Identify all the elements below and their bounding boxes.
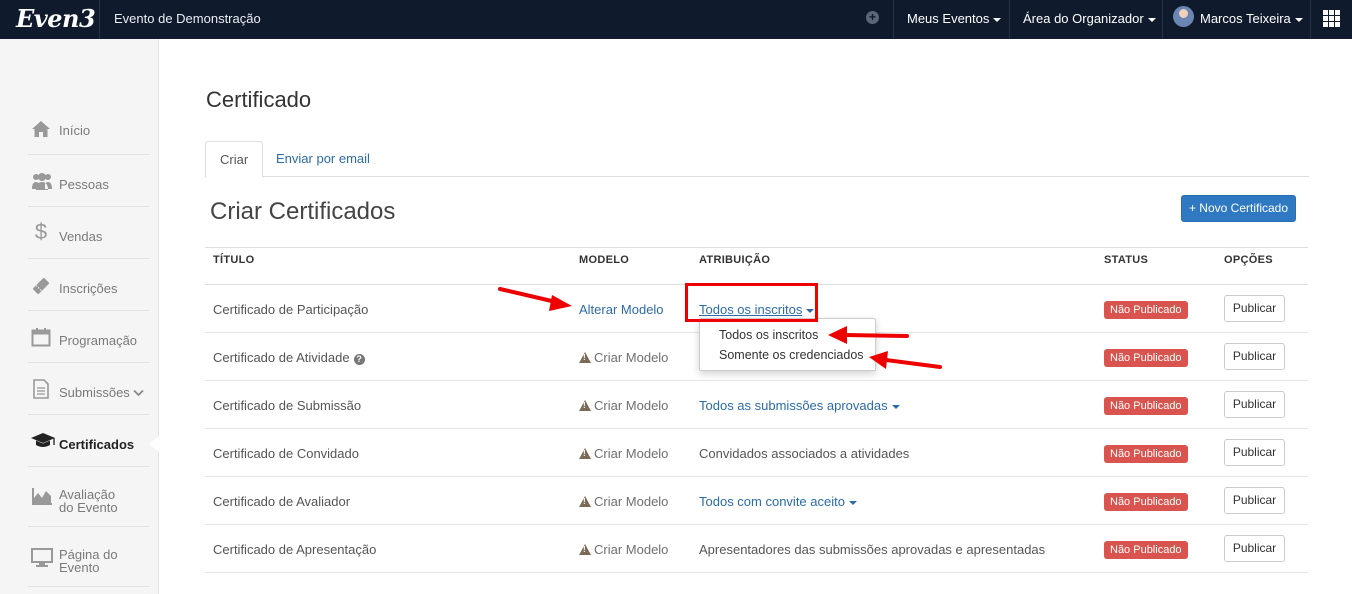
annotation-arrows [498, 287, 942, 369]
annotation-arrow [828, 326, 909, 344]
annotation-arrow [869, 351, 942, 369]
annotation-arrow [498, 287, 572, 311]
